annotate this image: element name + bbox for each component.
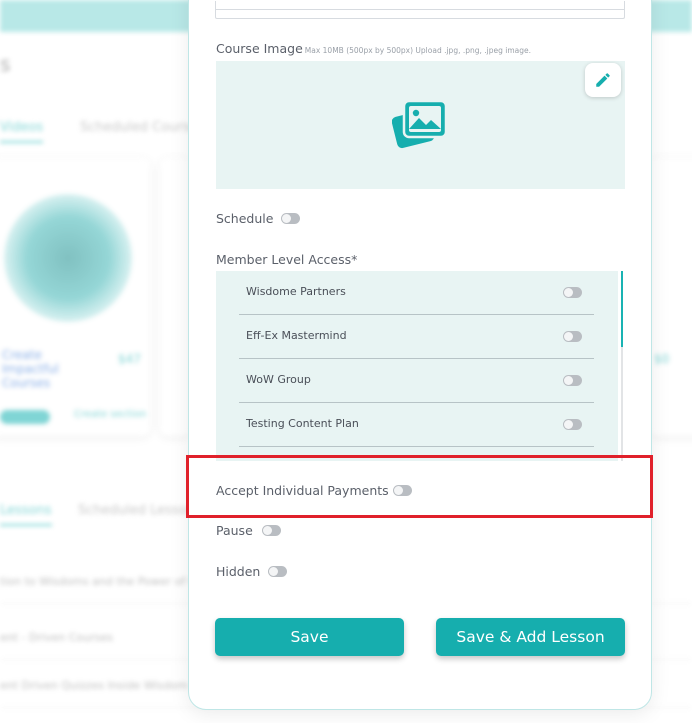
schedule-label: Schedule: [216, 211, 274, 226]
member-level-name: WoW Group: [246, 373, 311, 386]
member-level-row[interactable]: Wisdome Partners: [239, 271, 594, 315]
member-level-toggle[interactable]: [563, 419, 582, 430]
member-level-toggle[interactable]: [563, 375, 582, 386]
member-level-label: Member Level Access*: [216, 252, 358, 267]
member-level-row[interactable]: Testing Content Plan: [239, 403, 594, 447]
background-tab-videos: Videos: [0, 120, 44, 143]
pause-toggle[interactable]: [262, 525, 281, 536]
course-image-upload[interactable]: [216, 61, 625, 189]
course-image-hint: Max 10MB (500px by 500px) Upload .jpg, .…: [304, 46, 532, 55]
background-card-status: [0, 410, 50, 424]
description-field-divider: [215, 9, 625, 10]
hidden-label: Hidden: [216, 564, 261, 579]
member-level-scrollbar-thumb[interactable]: [621, 271, 623, 347]
background-card-price: $47: [118, 352, 141, 366]
background-course-card-3: $0: [650, 158, 692, 436]
image-gallery-icon: [392, 99, 448, 149]
member-level-list: Wisdome Partners Eff-Ex Mastermind WoW G…: [216, 271, 618, 461]
background-course-card: Create Impactful Courses $47 Create sect…: [0, 158, 150, 436]
schedule-toggle[interactable]: [281, 213, 300, 224]
save-button[interactable]: Save: [215, 618, 404, 656]
member-level-row[interactable]: WoW Group: [239, 359, 594, 403]
pause-label: Pause: [216, 523, 253, 538]
background-tab-lessons: Lessons: [0, 503, 52, 526]
member-level-row[interactable]: Eff-Ex Mastermind: [239, 315, 594, 359]
pencil-icon: [596, 73, 610, 87]
background-tab-scheduled-lessons: Scheduled Lessons: [78, 503, 202, 518]
member-level-toggle[interactable]: [563, 287, 582, 298]
background-card-title: Create Impactful Courses: [2, 348, 59, 390]
course-image-label-text: Course Image: [216, 41, 303, 56]
edit-course-modal: Course Image Max 10MB (500px by 500px) Up…: [188, 0, 652, 710]
course-logo: [4, 194, 132, 322]
member-level-name: Eff-Ex Mastermind: [246, 329, 347, 342]
description-field[interactable]: [215, 1, 625, 19]
edit-image-button[interactable]: [585, 63, 621, 97]
save-and-add-lesson-button[interactable]: Save & Add Lesson: [436, 618, 625, 656]
background-course-card-2: [160, 158, 190, 436]
background-card-price-3: $0: [654, 352, 670, 366]
background-tab-scheduled: Scheduled Courses: [80, 120, 205, 135]
highlight-box: [186, 455, 653, 518]
member-level-name: Testing Content Plan: [246, 417, 359, 430]
member-level-toggle[interactable]: [563, 331, 582, 342]
hidden-toggle[interactable]: [268, 566, 287, 577]
background-page-title: s: [0, 52, 11, 76]
course-image-label: Course Image Max 10MB (500px by 500px) Up…: [216, 41, 531, 56]
background-card-link: Create section: [74, 409, 147, 420]
member-level-name: Wisdome Partners: [246, 285, 346, 298]
